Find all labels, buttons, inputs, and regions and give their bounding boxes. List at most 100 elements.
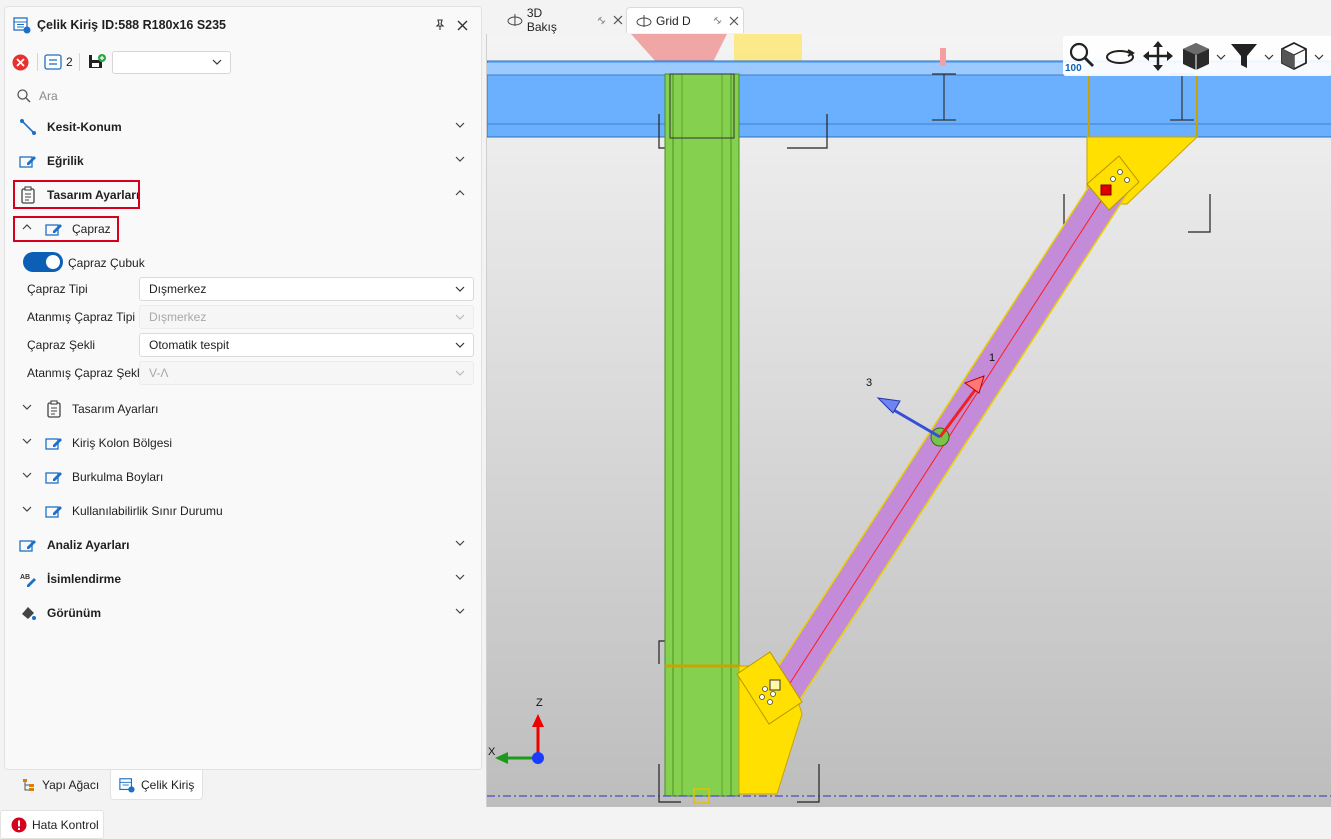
selection-count-button[interactable]: 2	[44, 51, 73, 73]
selection-count: 2	[66, 55, 73, 69]
capraz-cubuk-toggle[interactable]	[23, 252, 63, 272]
chevron-down-icon	[455, 286, 465, 292]
prop-label: Çapraz Şekli	[27, 338, 96, 352]
prop-label: Atanmış Çapraz Tipi	[27, 310, 136, 324]
x-axis-label: X	[488, 746, 496, 758]
save-template-button[interactable]	[86, 51, 108, 73]
chevron-down-icon	[455, 370, 465, 376]
highlight-box	[13, 180, 140, 209]
orbit-icon	[1106, 49, 1135, 64]
list-icon	[44, 54, 62, 70]
section-label: Analiz Ayarları	[47, 538, 130, 552]
structure-drawing[interactable]	[487, 34, 1331, 807]
view-3d-icon	[507, 14, 523, 26]
close-panel-button[interactable]	[453, 16, 471, 34]
tab-label: 3D Bakış	[526, 6, 557, 34]
capraz-tipi-dropdown[interactable]: Dışmerkez	[139, 277, 474, 301]
subsection-kullanilabilirlik[interactable]: Kullanılabilirlik Sınır Durumu	[5, 498, 481, 524]
axis-1-label: 1	[989, 352, 996, 364]
faded-plate	[734, 34, 802, 64]
section-label: Görünüm	[47, 606, 101, 620]
edit-icon	[45, 506, 62, 518]
section-analiz-ayarlari[interactable]: Analiz Ayarları	[5, 532, 481, 558]
save-icon	[88, 54, 106, 68]
prop-label: Çapraz Tipi	[27, 282, 88, 296]
line-section-icon	[20, 119, 36, 135]
subsection-kiris-kolon[interactable]: Kiriş Kolon Bölgesi	[5, 430, 481, 456]
pan-button[interactable]	[1142, 40, 1174, 72]
pin-icon[interactable]	[713, 16, 722, 25]
section-gorunum[interactable]: Görünüm	[5, 600, 481, 626]
bottom-node	[769, 679, 781, 691]
clipboard-icon	[47, 400, 61, 418]
cube-icon	[1183, 43, 1209, 70]
chevron-down-icon	[455, 540, 465, 546]
search-field[interactable]: Ara	[5, 85, 481, 107]
properties-panel: Çelik Kiriş ID:588 R180x16 S235 2 Ara Ke…	[4, 6, 482, 770]
tree-icon	[23, 779, 34, 791]
orbit-button[interactable]	[1104, 40, 1136, 72]
tab-label: Grid D	[656, 13, 691, 28]
highlight-box	[13, 216, 119, 242]
panel-header: Çelik Kiriş ID:588 R180x16 S235	[5, 7, 481, 43]
chevron-down-icon	[22, 438, 32, 444]
tab-3d-bakis[interactable]: 3D Bakış	[500, 6, 623, 34]
zoom-button[interactable]: 100	[1064, 40, 1098, 74]
edit-icon	[19, 156, 36, 168]
pan-icon	[1143, 41, 1173, 71]
tab-grid-d[interactable]: Grid D	[626, 7, 744, 33]
hata-kontrol-button[interactable]: Hata Kontrol	[0, 810, 104, 839]
prop-value: Otomatik tespit	[149, 338, 230, 352]
steel-beam-properties-icon	[119, 777, 135, 793]
panel-tabs: Yapı Ağacı Çelik Kiriş	[4, 770, 482, 800]
atanmis-capraz-tipi-dropdown: Dışmerkez	[139, 305, 474, 329]
chevron-down-icon[interactable]	[1264, 54, 1274, 60]
prop-value: Dışmerkez	[149, 282, 207, 296]
chevron-down-icon	[455, 314, 465, 320]
chevron-down-icon[interactable]	[1216, 54, 1226, 60]
template-dropdown[interactable]	[111, 50, 231, 74]
edit-icon	[45, 472, 62, 484]
chevron-down-icon	[455, 156, 465, 162]
global-origin	[532, 752, 544, 764]
atanmis-capraz-sekli-dropdown: V-Λ	[139, 361, 474, 385]
chevron-down-icon	[455, 342, 465, 348]
subsection-burkulma[interactable]: Burkulma Boyları	[5, 464, 481, 490]
chevron-down-icon[interactable]	[1314, 54, 1324, 60]
section-kesit-konum[interactable]: Kesit-Konum	[5, 114, 481, 140]
view-3d-icon	[636, 14, 652, 27]
section-egrilik[interactable]: Eğrilik	[5, 148, 481, 174]
tab-celik-kiris[interactable]: Çelik Kiriş	[110, 770, 204, 800]
section-label: Kesit-Konum	[47, 120, 122, 134]
naming-ab-icon: AB	[20, 574, 36, 587]
axis-3-label: 3	[866, 377, 873, 389]
subsection-label: Kiriş Kolon Bölgesi	[72, 436, 173, 450]
steel-beam-properties-icon	[13, 17, 31, 34]
filter-button[interactable]	[1228, 40, 1260, 72]
section-box-icon	[1281, 41, 1307, 71]
subsection-label: Tasarım Ayarları	[72, 402, 159, 416]
top-node	[1100, 184, 1112, 196]
subsection-tasarim-ayarlari[interactable]: Tasarım Ayarları	[5, 396, 481, 422]
capraz-sekli-dropdown[interactable]: Otomatik tespit	[139, 333, 474, 357]
faded-marker	[940, 48, 946, 66]
pin-icon[interactable]	[597, 16, 606, 25]
section-isimlendirme[interactable]: AB İsimlendirme	[5, 566, 481, 592]
paint-icon	[22, 607, 36, 620]
prop-capraz-tipi: Çapraz Tipi Dışmerkez	[5, 276, 481, 302]
close-icon[interactable]	[613, 15, 623, 25]
subsection-label: Kullanılabilirlik Sınır Durumu	[72, 504, 223, 518]
prop-label: Atanmış Çapraz Şekl	[27, 366, 140, 380]
subsection-label: Burkulma Boyları	[72, 470, 164, 484]
view-cube-button[interactable]	[1180, 40, 1212, 72]
close-icon[interactable]	[729, 16, 739, 26]
cancel-button[interactable]	[9, 51, 31, 73]
error-circle-icon	[12, 54, 28, 70]
3d-viewport[interactable]: Z X 1 3 100	[486, 34, 1331, 807]
section-label: Eğrilik	[47, 154, 84, 168]
tab-yapi-agaci[interactable]: Yapı Ağacı	[14, 770, 107, 800]
pin-button[interactable]	[431, 16, 449, 34]
chevron-down-icon	[455, 122, 465, 128]
section-box-button[interactable]	[1278, 40, 1310, 72]
viewport-toolbar: 100	[1063, 36, 1331, 76]
